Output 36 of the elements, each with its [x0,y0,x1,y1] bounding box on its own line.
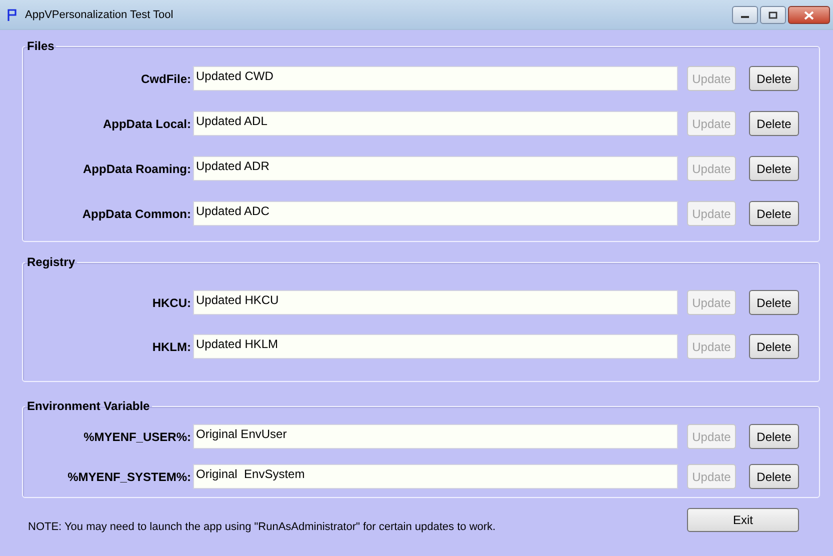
text-field[interactable]: Updated HKCU [193,290,678,315]
delete-button[interactable]: Delete [749,334,799,359]
text-field[interactable]: Updated ADR [193,156,678,181]
maximize-button[interactable] [760,6,786,24]
maximize-icon [768,11,778,19]
exit-button[interactable]: Exit [687,508,799,532]
minimize-button[interactable] [732,6,758,24]
text-field[interactable]: Original EnvSystem [193,464,678,489]
group-title: Files [26,39,56,53]
text-field[interactable]: Original EnvUser [193,424,678,449]
group-title: Environment Variable [26,399,151,413]
delete-button[interactable]: Delete [749,156,799,181]
field-label: HKLM: [151,340,192,354]
delete-button[interactable]: Delete [749,464,799,489]
note-text: NOTE: You may need to launch the app using "RunAsAdministrator" for certain updates to work. [28,521,496,533]
flag-icon [7,8,17,20]
text-field[interactable]: Updated ADL [193,111,678,136]
group-title: Registry [26,255,76,269]
text-field[interactable]: Updated HKLM [193,334,678,359]
close-icon [803,10,815,20]
field-label: AppData Roaming: [82,162,192,176]
delete-button[interactable]: Delete [749,290,799,315]
text-field[interactable]: Updated ADC [193,201,678,226]
delete-button[interactable]: Delete [749,111,799,136]
delete-button[interactable]: Delete [749,424,799,449]
close-button[interactable] [788,6,830,24]
text-field[interactable]: Updated CWD [193,66,678,91]
field-label: HKCU: [151,296,192,310]
field-label: %MYENF_USER%: [82,430,192,444]
field-label: CwdFile: [140,72,192,86]
delete-button[interactable]: Delete [749,66,799,91]
field-label: AppData Local: [102,116,192,130]
field-label: %MYENF_SYSTEM%: [66,470,192,484]
delete-button[interactable]: Delete [749,201,799,226]
window-title: AppVPersonalization Test Tool [25,8,174,20]
field-label: AppData Common: [81,206,192,220]
